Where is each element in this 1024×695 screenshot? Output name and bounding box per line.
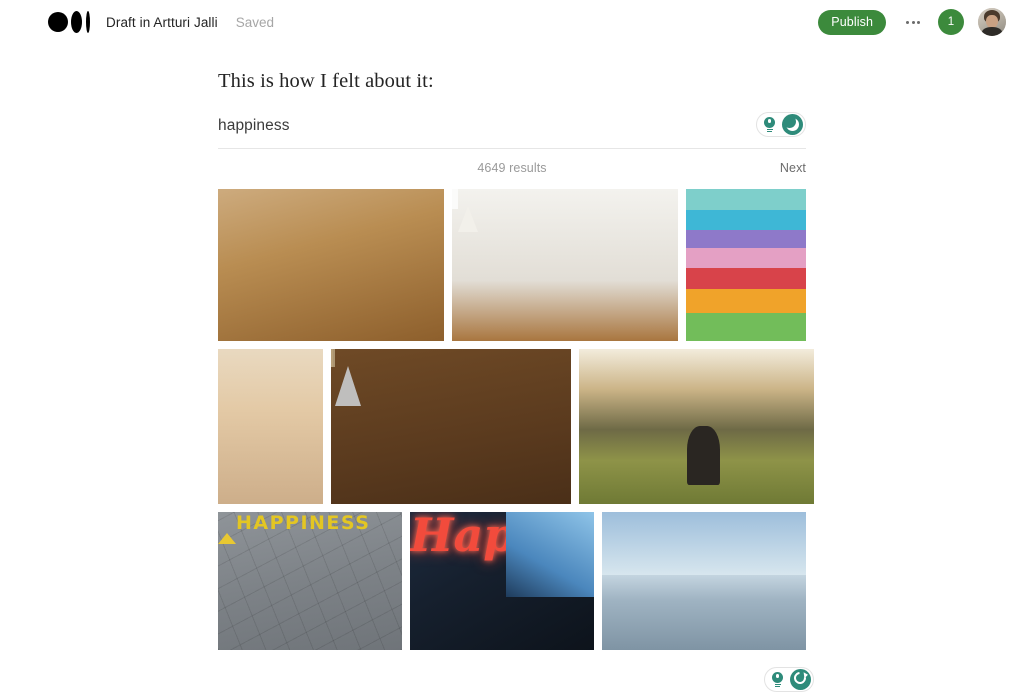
smiley-band-1 bbox=[686, 188, 806, 211]
logo-ellipse-small bbox=[86, 11, 90, 33]
balloons-person bbox=[687, 426, 720, 486]
lightbulb-glyph bbox=[763, 116, 777, 133]
moving-silver-tree bbox=[335, 348, 361, 406]
draft-label: Draft in Artturi Jalli bbox=[106, 14, 218, 30]
image-results-grid: HAPPINESS Happy bbox=[218, 188, 814, 650]
image-result-moving[interactable] bbox=[331, 348, 571, 504]
top-bar: Draft in Artturi Jalli Saved Publish 1 bbox=[0, 0, 1024, 44]
grid-row: HAPPINESS Happy bbox=[218, 511, 806, 650]
next-page-link[interactable]: Next bbox=[780, 161, 806, 175]
lightbulb-icon[interactable] bbox=[759, 113, 780, 135]
refresh-glyph bbox=[791, 669, 809, 687]
body-paragraph[interactable]: This is how I felt about it: bbox=[218, 66, 806, 97]
footer-toolbar bbox=[764, 666, 814, 692]
avatar[interactable] bbox=[978, 8, 1006, 36]
notification-badge[interactable]: 1 bbox=[938, 9, 964, 35]
top-bar-right: Publish 1 bbox=[818, 0, 1006, 44]
dot-1 bbox=[906, 20, 910, 24]
refresh-icon[interactable] bbox=[790, 668, 811, 690]
publish-button[interactable]: Publish bbox=[818, 9, 886, 35]
saved-status: Saved bbox=[235, 14, 275, 30]
editor-content: This is how I felt about it: 46 bbox=[0, 44, 1024, 692]
lightbulb-icon[interactable] bbox=[767, 668, 788, 690]
search-toggle-group bbox=[756, 111, 806, 137]
avatar-body bbox=[982, 27, 1002, 36]
results-bar: 4649 results Next bbox=[218, 153, 806, 183]
image-result-couch[interactable] bbox=[218, 188, 444, 341]
moon-icon[interactable] bbox=[782, 113, 803, 135]
image-result-sprinkler[interactable] bbox=[218, 348, 323, 504]
refresh-arrow bbox=[803, 671, 809, 678]
results-count: 4649 results bbox=[477, 160, 547, 175]
lake-sky bbox=[602, 511, 806, 576]
pavement-word-happiness: HAPPINESS bbox=[236, 511, 371, 534]
image-result-balloons[interactable] bbox=[579, 348, 814, 504]
image-result-kitchen[interactable] bbox=[452, 188, 678, 341]
pavement-arrow-head bbox=[218, 515, 236, 544]
logo-ellipse-medium bbox=[71, 11, 82, 33]
grid-row bbox=[218, 348, 814, 504]
image-result-pavement[interactable]: HAPPINESS bbox=[218, 511, 402, 650]
lightbulb-glass bbox=[764, 116, 775, 128]
neon-sky bbox=[505, 511, 594, 598]
image-result-neon[interactable]: Happy bbox=[410, 511, 594, 650]
kitchen-cone bbox=[458, 188, 478, 232]
lightbulb-base-lower bbox=[767, 130, 772, 133]
search-input[interactable] bbox=[218, 117, 698, 136]
smiley-disc bbox=[686, 188, 806, 341]
lightbulb-base-lower bbox=[775, 685, 780, 688]
document-column: This is how I felt about it: 46 bbox=[218, 66, 814, 692]
footer-toolbar-row bbox=[218, 658, 814, 692]
image-result-smiley[interactable] bbox=[686, 188, 806, 341]
lightbulb-glass bbox=[772, 671, 783, 683]
dot-2 bbox=[911, 20, 915, 24]
image-result-lake[interactable] bbox=[602, 511, 806, 650]
moon-glyph bbox=[786, 117, 799, 131]
unsplash-search-row bbox=[218, 111, 806, 149]
dot-3 bbox=[916, 20, 920, 24]
more-horizontal-icon[interactable] bbox=[896, 7, 930, 37]
logo-circle-large bbox=[48, 12, 68, 32]
top-bar-left: Draft in Artturi Jalli Saved bbox=[48, 9, 274, 35]
grid-row bbox=[218, 188, 806, 341]
lightbulb-glyph bbox=[771, 671, 785, 688]
medium-logo-icon[interactable] bbox=[48, 9, 94, 35]
